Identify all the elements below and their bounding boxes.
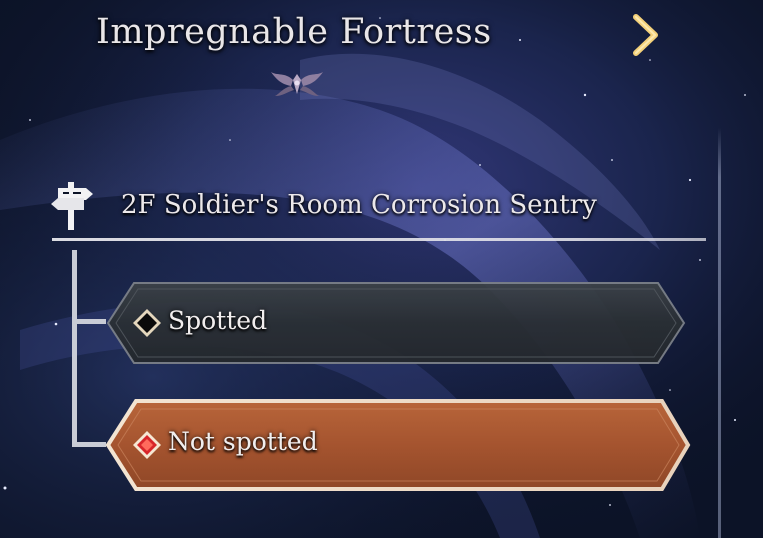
header-divider <box>52 238 706 241</box>
ornament-emblem-icon <box>271 72 323 96</box>
tree-connector-branch <box>72 319 106 324</box>
choice-label: Not spotted <box>168 427 318 456</box>
choice-not-spotted-button[interactable]: Not spotted <box>104 398 692 492</box>
tree-connector-vertical <box>72 250 77 447</box>
black-diamond-icon <box>133 309 161 337</box>
scroll-rail <box>718 128 721 538</box>
page-title: Impregnable Fortress <box>96 12 492 52</box>
choice-spotted-button[interactable]: Spotted <box>104 280 688 366</box>
red-diamond-icon <box>133 431 161 459</box>
choice-label: Spotted <box>168 306 268 335</box>
signpost-icon <box>51 182 93 230</box>
tree-connector-branch <box>72 442 106 447</box>
game-screen: Impregnable Fortress 2F Soldier's Room C… <box>0 0 763 538</box>
location-label: 2F Soldier's Room Corrosion Sentry <box>121 190 597 220</box>
next-page-button[interactable] <box>626 12 666 58</box>
chevron-right-icon <box>633 14 658 56</box>
